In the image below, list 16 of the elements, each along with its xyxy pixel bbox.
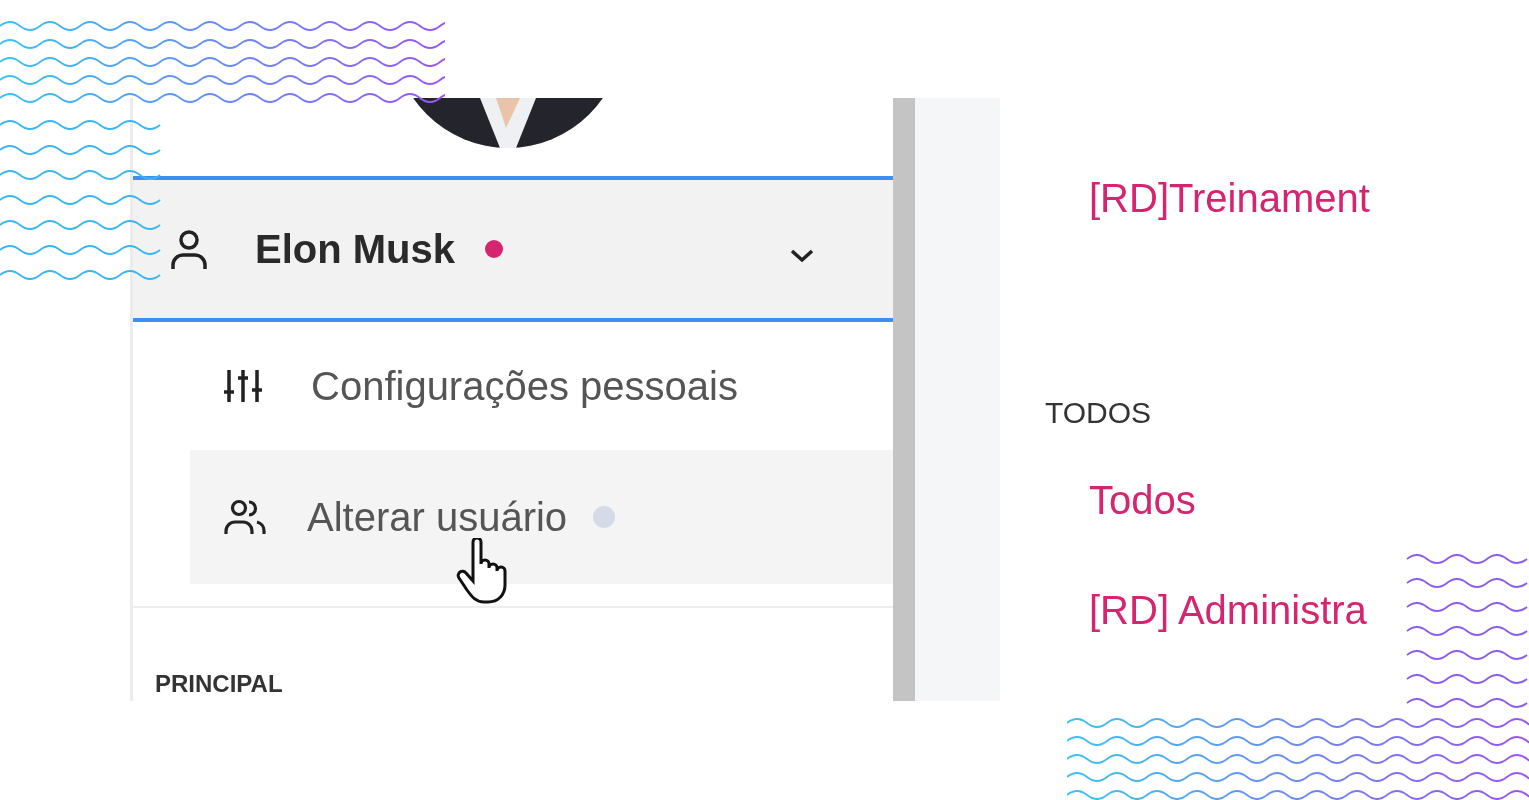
group-link[interactable]: [RD] Administra — [1089, 580, 1410, 640]
menu-item[interactable]: Configurações pessoais — [190, 322, 893, 450]
group-heading: TODOS — [1045, 396, 1153, 430]
group-link[interactable]: [RD]Treinament — [1089, 168, 1410, 228]
menu-item-label: Alterar usuário — [307, 494, 568, 540]
scrollbar[interactable] — [893, 98, 915, 701]
group-link[interactable]: Todos — [1089, 470, 1410, 530]
user-icon — [169, 227, 209, 271]
hand-cursor-icon — [455, 538, 509, 604]
users-icon — [223, 497, 267, 537]
user-name: Elon Musk — [255, 226, 456, 272]
user-menu-header[interactable]: Elon Musk — [133, 176, 893, 322]
menu-item[interactable]: Alterar usuário — [190, 450, 893, 584]
menu-item-label: Configurações pessoais — [311, 363, 738, 409]
chevron-icon — [789, 248, 815, 264]
section-heading: PRINCIPAL — [155, 670, 284, 698]
